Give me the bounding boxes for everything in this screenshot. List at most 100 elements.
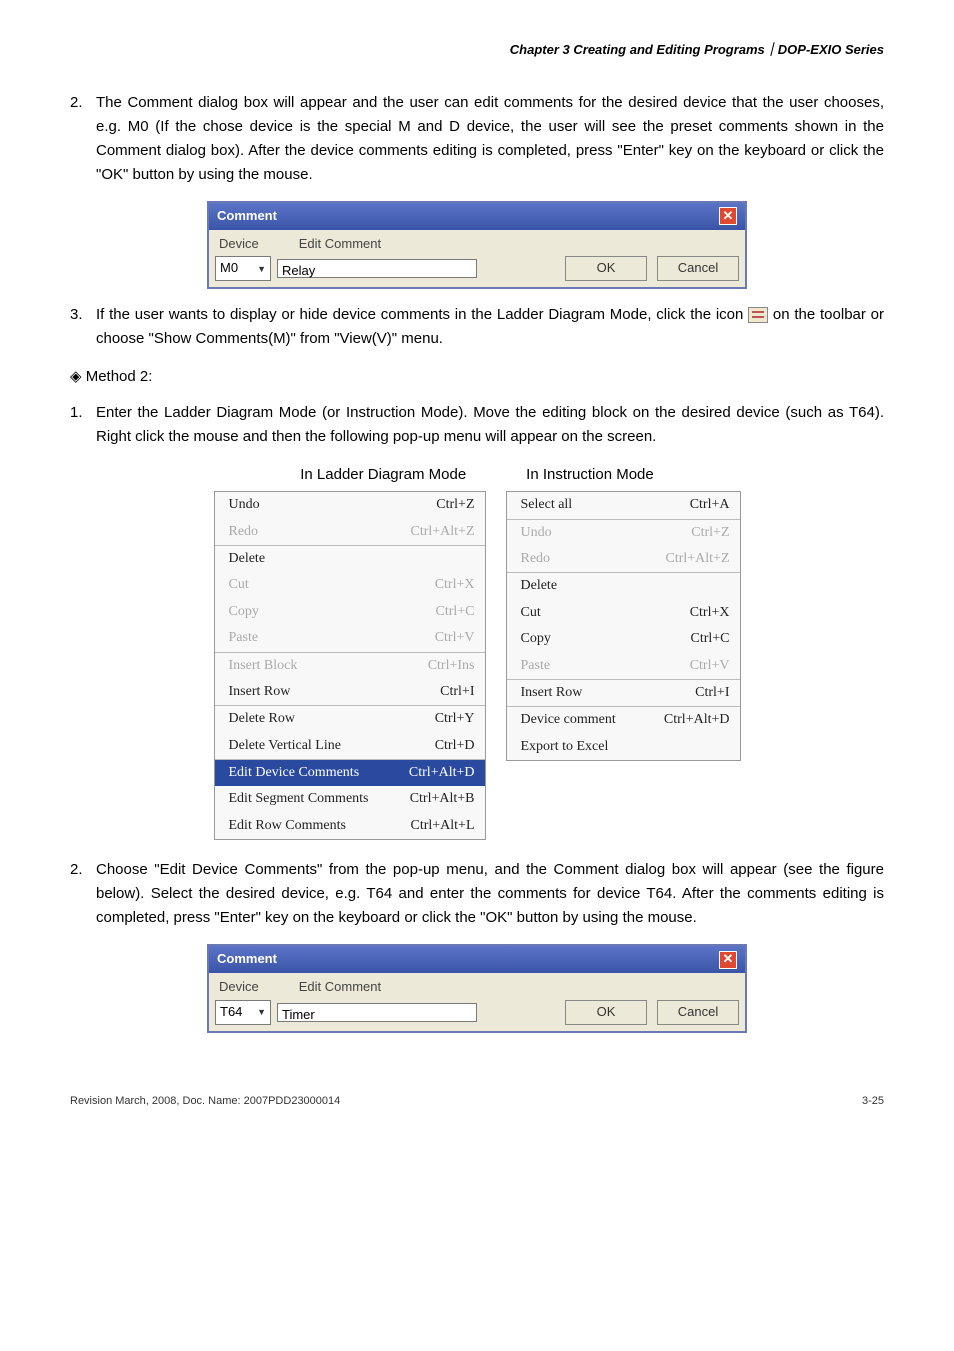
menu-item[interactable]: Delete [215, 546, 485, 572]
show-comments-icon [748, 307, 768, 323]
step-text: Enter the Ladder Diagram Mode (or Instru… [96, 401, 884, 449]
text-a: If the user wants to display or hide dev… [96, 306, 748, 323]
menu-item-shortcut: Ctrl+I [440, 681, 474, 703]
m2-step-1: 1. Enter the Ladder Diagram Mode (or Ins… [70, 401, 884, 449]
step-num: 1. [70, 401, 96, 449]
menu-item[interactable]: UndoCtrl+Z [507, 520, 740, 546]
mode-headings: In Ladder Diagram Mode In Instruction Mo… [70, 463, 884, 487]
menu-item[interactable]: Edit Row CommentsCtrl+Alt+L [215, 813, 485, 839]
context-menus: UndoCtrl+ZRedoCtrl+Alt+Z DeleteCutCtrl+X… [70, 491, 884, 840]
ladder-context-menu: UndoCtrl+Z Redo Ctrl+Alt+Z DeleteCutCtrl+X… [214, 491, 486, 840]
menu-item-label: Delete Vertical Line [229, 735, 341, 757]
menu-item-shortcut: Ctrl+D [435, 735, 475, 757]
menu-item[interactable]: Delete [507, 573, 740, 599]
footer-right: 3-25 [862, 1093, 884, 1111]
cancel-button[interactable]: Cancel [657, 1000, 739, 1025]
device-header: Device [219, 977, 259, 998]
menu-item-shortcut: Ctrl+C [690, 628, 729, 650]
menu-item[interactable]: Delete Row Ctrl+Y [215, 706, 485, 732]
menu-item[interactable]: Insert Block Ctrl+Ins [215, 653, 485, 679]
menu-item-label: Insert Row [229, 681, 291, 703]
menu-item[interactable]: Paste Ctrl+V [507, 653, 740, 679]
menu-item-label: Device comment [521, 709, 616, 731]
menu-item-label: Insert Block [229, 655, 298, 677]
ladder-mode-label: In Ladder Diagram Mode [300, 463, 466, 487]
menu-item-shortcut: Ctrl+Ins [428, 655, 475, 677]
device-select[interactable]: T64 ▼ [215, 1000, 271, 1025]
menu-item-label: Delete [229, 548, 266, 570]
menu-item-label: Paste [229, 627, 259, 649]
menu-item[interactable]: Copy Ctrl+C [507, 626, 740, 652]
menu-item-label: Copy [521, 628, 551, 650]
ok-button[interactable]: OK [565, 256, 647, 281]
dialog-title-text: Comment [217, 206, 277, 227]
page-header: Chapter 3 Creating and Editing Programs｜… [70, 40, 884, 61]
close-icon[interactable]: ✕ [719, 951, 737, 969]
instruction-context-menu: Select allCtrl+A UndoCtrl+ZRedo Ctrl+Alt+… [506, 491, 741, 761]
menu-item-shortcut: Ctrl+Alt+Z [410, 521, 474, 543]
menu-item-label: Cut [229, 574, 249, 596]
menu-item-label: Export to Excel [521, 736, 609, 758]
dialog-body: Device Edit Comment M0 ▼ Relay OK Cancel [209, 230, 745, 288]
menu-item-label: Delete Row [229, 708, 295, 730]
device-select[interactable]: M0 ▼ [215, 256, 271, 281]
menu-item-shortcut: Ctrl+V [690, 655, 730, 677]
edit-header: Edit Comment [299, 234, 381, 255]
menu-item-label: Edit Segment Comments [229, 788, 369, 810]
menu-item-label: Insert Row [521, 682, 583, 704]
step-text: Choose "Edit Device Comments" from the p… [96, 858, 884, 930]
comment-dialog-2: Comment ✕ Device Edit Comment T64 ▼ Time… [207, 944, 747, 1032]
dialog-body: Device Edit Comment T64 ▼ Timer OK Cance… [209, 973, 745, 1031]
ok-button[interactable]: OK [565, 1000, 647, 1025]
menu-item-label: Redo [521, 548, 551, 570]
menu-item[interactable]: Paste Ctrl+V [215, 625, 485, 651]
step-2: 2. The Comment dialog box will appear an… [70, 91, 884, 187]
menu-item[interactable]: Insert RowCtrl+I [507, 680, 740, 706]
dialog-titlebar: Comment ✕ [209, 946, 745, 973]
step-text: If the user wants to display or hide dev… [96, 303, 884, 351]
step-text: The Comment dialog box will appear and t… [96, 91, 884, 187]
edit-comment-input[interactable]: Timer [277, 1003, 477, 1022]
menu-item[interactable]: Edit Device Comments Ctrl+Alt+D [215, 760, 485, 786]
menu-item[interactable]: Delete Vertical Line Ctrl+D [215, 733, 485, 759]
device-value: T64 [220, 1002, 242, 1023]
method-2-heading: ◈ Method 2: [70, 365, 884, 389]
menu-item-shortcut: Ctrl+Alt+D [409, 762, 475, 784]
menu-item-shortcut: Ctrl+V [435, 627, 475, 649]
menu-item-shortcut: Ctrl+Y [435, 708, 475, 730]
close-icon[interactable]: ✕ [719, 207, 737, 225]
menu-item-shortcut: Ctrl+Z [436, 494, 474, 516]
menu-item-label: Edit Row Comments [229, 815, 346, 837]
menu-item-label: Copy [229, 601, 259, 623]
menu-item-label: Edit Device Comments [229, 762, 360, 784]
menu-item[interactable]: Redo Ctrl+Alt+Z [507, 546, 740, 572]
menu-item-shortcut: Ctrl+Alt+B [410, 788, 475, 810]
m2-step-2: 2. Choose "Edit Device Comments" from th… [70, 858, 884, 930]
menu-item-shortcut: Ctrl+Alt+Z [665, 548, 729, 570]
menu-item[interactable]: Cut Ctrl+X [507, 600, 740, 626]
menu-item[interactable]: CutCtrl+X [215, 572, 485, 598]
edit-comment-input[interactable]: Relay [277, 259, 477, 278]
cancel-button[interactable]: Cancel [657, 256, 739, 281]
menu-item[interactable]: Device commentCtrl+Alt+D [507, 707, 740, 733]
menu-item-shortcut: Ctrl+X [690, 602, 730, 624]
step-num: 3. [70, 303, 96, 351]
step-num: 2. [70, 91, 96, 187]
menu-item-label: Paste [521, 655, 551, 677]
menu-item[interactable]: UndoCtrl+Z [215, 492, 485, 518]
step-num: 2. [70, 858, 96, 930]
menu-item[interactable]: Export to Excel [507, 734, 740, 760]
edit-header: Edit Comment [299, 977, 381, 998]
menu-item-label: Redo [229, 521, 259, 543]
footer-left: Revision March, 2008, Doc. Name: 2007PDD… [70, 1093, 340, 1111]
comment-dialog-1: Comment ✕ Device Edit Comment M0 ▼ Relay… [207, 201, 747, 289]
step-3: 3. If the user wants to display or hide … [70, 303, 884, 351]
menu-item[interactable]: CopyCtrl+C [215, 599, 485, 625]
menu-item-label: Cut [521, 602, 541, 624]
menu-item-label: Select all [521, 494, 573, 516]
menu-item[interactable]: Edit Segment Comments Ctrl+Alt+B [215, 786, 485, 812]
menu-item[interactable]: Select allCtrl+A [507, 492, 740, 518]
menu-item[interactable]: Redo Ctrl+Alt+Z [215, 519, 485, 545]
menu-item[interactable]: Insert Row Ctrl+I [215, 679, 485, 705]
page-footer: Revision March, 2008, Doc. Name: 2007PDD… [70, 1093, 884, 1111]
